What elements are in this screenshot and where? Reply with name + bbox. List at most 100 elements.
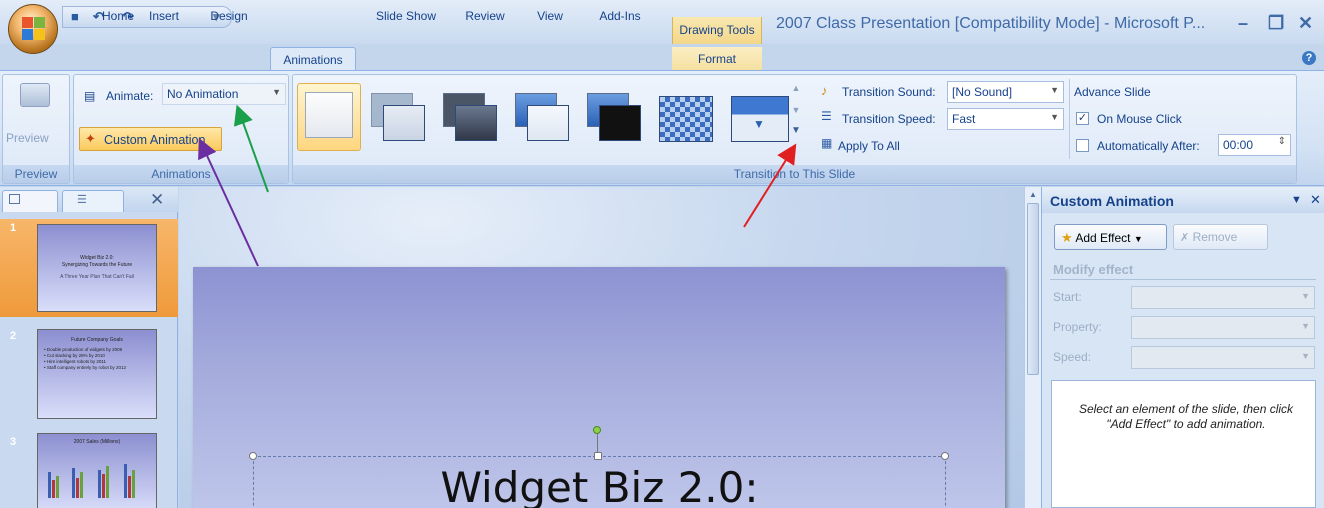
automatically-after-value: 00:00 (1223, 138, 1254, 152)
animate-label: Animate: (106, 89, 154, 103)
tab-slides[interactable] (2, 190, 58, 212)
tab-slide-show[interactable]: Slide Show (368, 4, 444, 27)
title-placeholder[interactable]: Widget Biz 2.0: (253, 456, 946, 508)
tab-format[interactable]: Format (672, 47, 762, 70)
transition-fade-smoothly[interactable] (369, 91, 429, 151)
bullet: • Staff company entirely by robot by 201… (44, 365, 127, 370)
preview-group: Preview Preview (2, 74, 70, 184)
slides-panel: ☰ ✕ 1 Widget Biz 2.0: Synergizing Toward… (0, 187, 178, 508)
transition-fade-through-black[interactable] (441, 91, 501, 151)
apply-all-icon: ▦ (821, 136, 833, 150)
scroll-thumb[interactable] (1027, 203, 1039, 375)
speed-label: Speed: (1053, 350, 1092, 364)
task-pane-header: Custom Animation ▼ ✕ (1042, 187, 1324, 213)
start-dropdown[interactable]: ▼ (1131, 286, 1315, 309)
animation-list-hint: Select an element of the slide, then cli… (1078, 402, 1294, 431)
rotate-handle[interactable] (593, 426, 601, 434)
help-icon[interactable]: ? (1302, 51, 1316, 65)
custom-animation-button[interactable]: ✦ Custom Animation (79, 127, 222, 151)
slide-preview-bullets: • Double production of widgets by 2009 •… (38, 347, 156, 371)
slide-preview-title: Future Company Goals (71, 337, 123, 343)
on-mouse-click-checkbox[interactable]: ✓ (1076, 112, 1089, 125)
gallery-more-icon[interactable]: ▼ (789, 125, 803, 136)
slide-thumbnail-1[interactable]: 1 Widget Biz 2.0: Synergizing Towards th… (0, 219, 178, 317)
remove-button[interactable]: ✗ Remove (1173, 224, 1268, 250)
transition-wipe-down[interactable]: ▼ (729, 91, 789, 151)
slide-preview-line: A Three Year Plan That Can't Fail (60, 274, 134, 280)
scroll-up-icon[interactable]: ▲ (1029, 190, 1037, 199)
slide-thumbnail-3[interactable]: 3 2007 Sales (Millions) (0, 433, 178, 508)
transition-sound-dropdown[interactable]: [No Sound] ▼ (947, 81, 1064, 103)
speed-icon: ☰ (821, 109, 832, 123)
speed-dropdown[interactable]: ▼ (1131, 346, 1315, 369)
close-icon[interactable]: ✕ (1310, 192, 1321, 208)
resize-handle[interactable] (249, 452, 257, 460)
vertical-scrollbar[interactable]: ▲ (1024, 187, 1041, 508)
preview-group-label: Preview (3, 165, 69, 183)
tab-insert[interactable]: Insert (142, 4, 186, 27)
preview-button[interactable]: Preview (6, 131, 49, 145)
task-pane-title: Custom Animation (1050, 193, 1174, 209)
divider (1050, 279, 1316, 280)
transition-sound-label: Transition Sound: (842, 85, 936, 99)
gallery-scroll[interactable]: ▲ ▼ ▼ (789, 83, 803, 155)
speaker-icon: ♪ (821, 83, 828, 98)
property-label: Property: (1053, 320, 1102, 334)
automatically-after-checkbox[interactable] (1076, 139, 1089, 152)
arrow-down-icon: ▼ (753, 117, 765, 131)
slide-preview: Widget Biz 2.0: Synergizing Towards the … (37, 224, 157, 312)
transition-speed-label: Transition Speed: (842, 112, 936, 126)
automatically-after-spinner[interactable]: 00:00 ⇕ (1218, 134, 1291, 156)
office-logo-icon (22, 17, 46, 41)
animations-group-label: Animations (74, 165, 288, 183)
transition-no-transition[interactable] (297, 83, 361, 151)
pane-options-icon[interactable]: ▼ (1291, 194, 1302, 206)
slide-thumbnail-2[interactable]: 2 Future Company Goals • Double producti… (0, 327, 178, 423)
ribbon: Preview Preview ▤ Animate: No Animation … (0, 70, 1324, 186)
tab-animations[interactable]: Animations (270, 47, 356, 72)
slide-preview: Future Company Goals • Double production… (37, 329, 157, 419)
on-mouse-click-label: On Mouse Click (1097, 112, 1182, 126)
save-icon[interactable]: ■ (71, 9, 79, 24)
tab-add-ins[interactable]: Add-Ins (590, 4, 650, 27)
transition-group-label: Transition to This Slide (293, 165, 1296, 183)
chevron-down-icon: ▼ (1301, 351, 1310, 361)
gallery-scroll-up-icon[interactable]: ▲ (789, 83, 803, 93)
transition-cut-through-black[interactable] (585, 91, 645, 151)
spinner-icon[interactable]: ⇕ (1278, 136, 1286, 147)
transition-group: ▼ ▲ ▼ ▼ ♪ Transition Sound: [No Sound] ▼… (292, 74, 1297, 184)
remove-label: Remove (1192, 230, 1238, 244)
chevron-down-icon: ▼ (1050, 85, 1059, 95)
resize-handle[interactable] (594, 452, 602, 460)
tab-view[interactable]: View (530, 4, 570, 27)
slide-number: 3 (10, 436, 17, 448)
start-label: Start: (1053, 290, 1082, 304)
tab-design[interactable]: Design (205, 4, 253, 27)
transition-speed-dropdown[interactable]: Fast ▼ (947, 108, 1064, 130)
resize-handle[interactable] (941, 452, 949, 460)
transition-gallery: ▼ ▲ ▼ ▼ (293, 75, 803, 167)
custom-animation-label: Custom Animation (104, 133, 206, 147)
close-button[interactable]: ✕ (1298, 13, 1313, 34)
property-dropdown[interactable]: ▼ (1131, 316, 1315, 339)
restore-button[interactable]: ❐ (1268, 13, 1284, 34)
gallery-scroll-down-icon[interactable]: ▼ (789, 105, 803, 115)
chevron-down-icon: ▼ (272, 87, 281, 97)
modify-effect-heading: Modify effect (1053, 262, 1134, 277)
tab-home[interactable]: Home (95, 4, 141, 27)
minimize-button[interactable]: – (1238, 13, 1248, 34)
animate-dropdown[interactable]: No Animation ▼ (162, 83, 286, 105)
close-icon[interactable]: ✕ (150, 190, 164, 210)
animation-list[interactable]: Select an element of the slide, then cli… (1051, 380, 1316, 508)
tab-outline[interactable]: ☰ (62, 190, 124, 212)
title-bar: ■ ↶ ↷ ▾ Drawing Tools 2007 Class Present… (0, 0, 1324, 44)
tab-review[interactable]: Review (460, 4, 510, 27)
slides-panel-tabs: ☰ ✕ (0, 187, 178, 212)
office-button[interactable] (8, 4, 58, 54)
slide-title[interactable]: Widget Biz 2.0: (254, 463, 945, 508)
apply-to-all-button[interactable]: Apply To All (838, 139, 900, 153)
add-effect-button[interactable]: ★ Add Effect ▼ (1054, 224, 1167, 250)
transition-dissolve[interactable] (657, 91, 717, 151)
slide-preview: 2007 Sales (Millions) (37, 433, 157, 508)
transition-cut[interactable] (513, 91, 573, 151)
